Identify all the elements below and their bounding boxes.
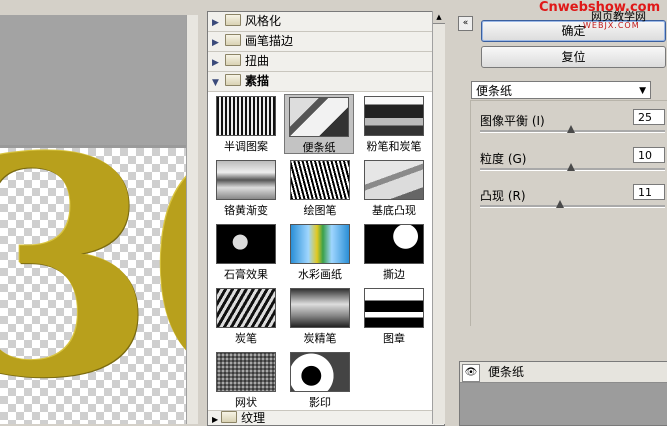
- water-paper-icon: [290, 224, 350, 264]
- filter-thumb-chalk-charcoal[interactable]: 粉笔和炭笔: [360, 94, 428, 153]
- filter-thumb-chrome[interactable]: 铬黄渐变: [212, 158, 280, 217]
- expand-triangle-icon[interactable]: ▶: [212, 54, 222, 73]
- expand-triangle-icon[interactable]: ▶: [212, 14, 222, 33]
- dropdown-arrow-icon[interactable]: ▼: [639, 82, 646, 100]
- expand-triangle-icon[interactable]: ▶: [212, 34, 222, 53]
- collapse-panel-icon[interactable]: «: [458, 16, 473, 31]
- filter-thumb-reticulation[interactable]: 网状: [212, 350, 280, 409]
- reset-button[interactable]: 复位: [481, 46, 666, 68]
- preview-scrollbar[interactable]: [186, 15, 198, 424]
- param-relief: 凸现 (R) 11: [480, 184, 665, 227]
- filter-label: 半调图案: [224, 140, 268, 153]
- filter-thumb-torn-edges[interactable]: 撕边: [360, 222, 428, 281]
- chalk-charcoal-icon: [364, 96, 424, 136]
- preview-canvas-text: 30: [0, 91, 198, 424]
- filter-label: 铬黄渐变: [224, 204, 268, 217]
- filter-select-value: 便条纸: [476, 84, 513, 98]
- category-label: 扭曲: [245, 54, 270, 68]
- filter-thumb-conte-crayon[interactable]: 炭精笔: [286, 286, 354, 345]
- effect-layer-row[interactable]: 👁 便条纸: [460, 362, 667, 383]
- category-label: 画笔描边: [245, 34, 294, 48]
- filter-label: 网状: [235, 396, 257, 409]
- filter-thumb-note-paper[interactable]: 便条纸: [284, 94, 354, 154]
- param-value-input[interactable]: 25: [633, 109, 665, 125]
- filter-label: 影印: [309, 396, 331, 409]
- param-value-input[interactable]: 11: [633, 184, 665, 200]
- category-distort[interactable]: ▶ 扭曲: [208, 52, 444, 72]
- reticulation-icon: [216, 352, 276, 392]
- expand-triangle-icon[interactable]: ▶: [212, 415, 218, 424]
- filter-select[interactable]: 便条纸 ▼: [471, 81, 651, 99]
- halftone-pattern-icon: [216, 96, 276, 136]
- filter-thumb-charcoal[interactable]: 炭笔: [212, 286, 280, 345]
- filter-label: 水彩画纸: [298, 268, 342, 281]
- collapse-triangle-icon[interactable]: ▼: [212, 74, 222, 93]
- folder-icon: [225, 14, 241, 26]
- torn-edges-icon: [364, 224, 424, 264]
- folder-icon: [221, 411, 238, 423]
- filter-thumb-photocopy[interactable]: 影印: [286, 350, 354, 409]
- slider-track[interactable]: [480, 205, 665, 208]
- photocopy-icon: [290, 352, 350, 392]
- category-brush-strokes[interactable]: ▶ 画笔描边: [208, 32, 444, 52]
- folder-open-icon: [225, 74, 241, 86]
- filter-thumb-stamp[interactable]: 图章: [360, 286, 428, 345]
- charcoal-icon: [216, 288, 276, 328]
- filter-thumb-bas-relief[interactable]: 基底凸现: [360, 158, 428, 217]
- plaster-icon: [216, 224, 276, 264]
- param-value-input[interactable]: 10: [633, 147, 665, 163]
- filter-label: 撕边: [383, 268, 405, 281]
- filter-thumb-plaster[interactable]: 石膏效果: [212, 222, 280, 281]
- scroll-up-arrow-icon[interactable]: ▲: [433, 11, 445, 24]
- param-label: 凸现 (R): [480, 189, 526, 203]
- filter-list-scrollbar[interactable]: ▲: [432, 11, 445, 424]
- filter-thumb-graphic-pen[interactable]: 绘图笔: [286, 158, 354, 217]
- filter-label: 石膏效果: [224, 268, 268, 281]
- filter-thumb-halftone[interactable]: 半调图案: [212, 94, 280, 153]
- category-stylize[interactable]: ▶ 风格化: [208, 12, 444, 32]
- slider-knob[interactable]: [566, 163, 575, 171]
- param-label: 图像平衡 (I): [480, 114, 545, 128]
- category-sketch[interactable]: ▼ 素描: [208, 72, 444, 92]
- slider-knob[interactable]: [566, 125, 575, 133]
- note-paper-icon: [289, 97, 349, 137]
- effect-layer-label: 便条纸: [488, 365, 525, 379]
- preview-top-strip: [0, 0, 198, 16]
- conte-crayon-icon: [290, 288, 350, 328]
- graphic-pen-icon: [290, 160, 350, 200]
- filter-label: 基底凸现: [372, 204, 416, 217]
- param-image-balance: 图像平衡 (I) 25: [480, 109, 665, 152]
- category-label: 风格化: [245, 14, 282, 28]
- folder-icon: [225, 34, 241, 46]
- eye-visibility-icon[interactable]: 👁: [462, 364, 480, 382]
- folder-icon: [225, 54, 241, 66]
- filter-gallery-list: ▶ 风格化 ▶ 画笔描边 ▶ 扭曲 ▼ 素描 半调图案 便条纸 粉笔和炭笔 铬黄渐变 绘…: [207, 11, 445, 426]
- filter-label: 炭笔: [235, 332, 257, 345]
- category-label: 素描: [245, 74, 270, 88]
- effect-layers-panel: 👁 便条纸: [459, 361, 667, 426]
- filter-label: 图章: [383, 332, 405, 345]
- slider-knob[interactable]: [555, 200, 564, 208]
- watermark-url: WEBJX.COM: [583, 21, 640, 30]
- filter-label: 便条纸: [302, 141, 336, 154]
- filter-thumb-water-paper[interactable]: 水彩画纸: [286, 222, 354, 281]
- param-label: 粒度 (G): [480, 152, 527, 166]
- sketch-filter-grid: 半调图案 便条纸 粉笔和炭笔 铬黄渐变 绘图笔 基底凸现 石膏效果 水彩画纸 撕…: [208, 92, 444, 424]
- chrome-icon: [216, 160, 276, 200]
- filter-label: 绘图笔: [303, 204, 337, 217]
- bas-relief-icon: [364, 160, 424, 200]
- category-texture[interactable]: ▶ 纹理: [208, 410, 444, 425]
- filter-label: 粉笔和炭笔: [366, 140, 422, 153]
- category-label: 纹理: [241, 411, 266, 425]
- stamp-icon: [364, 288, 424, 328]
- image-preview: 30: [0, 0, 198, 424]
- filter-label: 炭精笔: [303, 332, 337, 345]
